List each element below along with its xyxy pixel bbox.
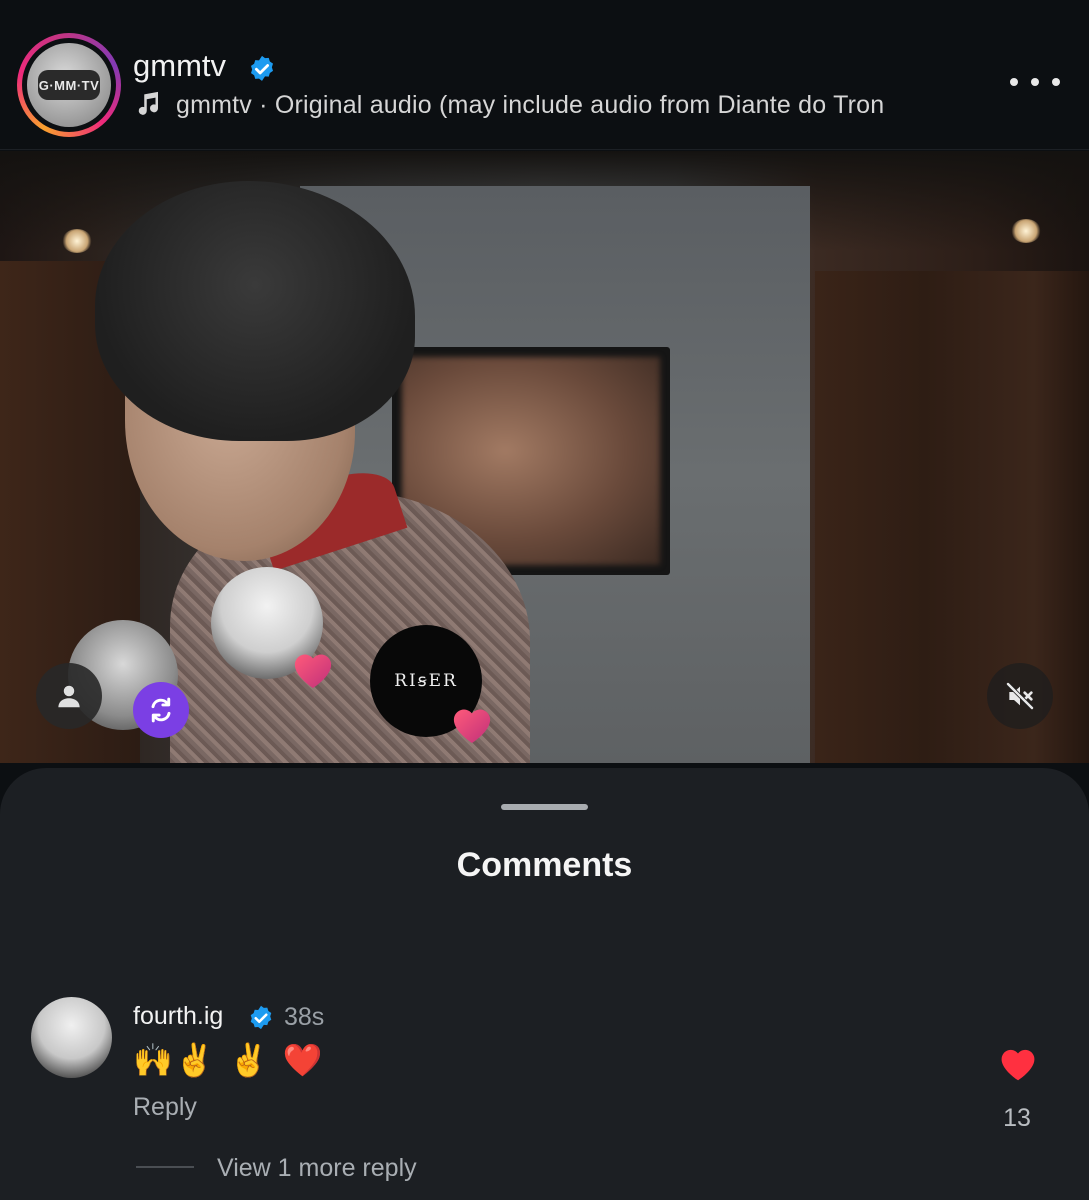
comment-like-count: 13	[1003, 1104, 1031, 1132]
comment-timestamp: 38s	[284, 1003, 325, 1031]
heart-icon	[453, 709, 491, 744]
mute-toggle-button[interactable]	[987, 663, 1053, 729]
more-icon	[1010, 78, 1018, 86]
riser-logo-text: RIꞩER	[394, 671, 458, 691]
comments-title: Comments	[456, 846, 633, 884]
music-note-icon	[138, 91, 158, 115]
reply-button[interactable]: Reply	[133, 1093, 197, 1122]
repost-icon	[151, 697, 171, 723]
verified-badge-icon	[251, 55, 273, 81]
replies-divider	[136, 1166, 194, 1168]
comment-username[interactable]: fourth.ig	[133, 1002, 223, 1031]
account-username[interactable]: gmmtv	[133, 48, 226, 84]
repost-badge	[133, 682, 189, 738]
commenter-avatar[interactable]	[31, 997, 112, 1078]
heart-icon[interactable]	[997, 1044, 1039, 1082]
verified-badge-icon	[250, 1005, 272, 1030]
heart-icon	[294, 654, 332, 689]
more-icon-dot	[1052, 78, 1060, 86]
more-icon-dot	[1031, 78, 1039, 86]
comments-sheet: Comments fourth.ig 38s 🙌✌️ ✌️ ❤️ Reply 1…	[0, 768, 1089, 1200]
sheet-drag-handle[interactable]	[501, 804, 588, 810]
reel-video[interactable]: RIꞩER	[0, 151, 1089, 763]
ceiling-light	[62, 229, 92, 253]
more-options-button[interactable]	[1010, 70, 1060, 94]
comment-text: 🙌✌️ ✌️ ❤️	[133, 1041, 325, 1079]
gmmtv-logo: G·MM·TV	[27, 43, 111, 127]
tagged-people-button[interactable]	[36, 663, 102, 729]
post-header: G·MM·TV gmmtv gmmtv · Original audio (ma…	[0, 0, 1089, 150]
account-avatar[interactable]: G·MM·TV	[17, 33, 121, 137]
profile-icon	[58, 685, 80, 708]
muted-speaker-icon	[1006, 682, 1034, 710]
view-more-replies-button[interactable]: View 1 more reply	[217, 1154, 417, 1183]
logo-text: G·MM·TV	[38, 70, 100, 100]
audio-attribution[interactable]: gmmtv · Original audio (may include audi…	[176, 91, 884, 120]
ceiling-light	[1011, 219, 1041, 243]
